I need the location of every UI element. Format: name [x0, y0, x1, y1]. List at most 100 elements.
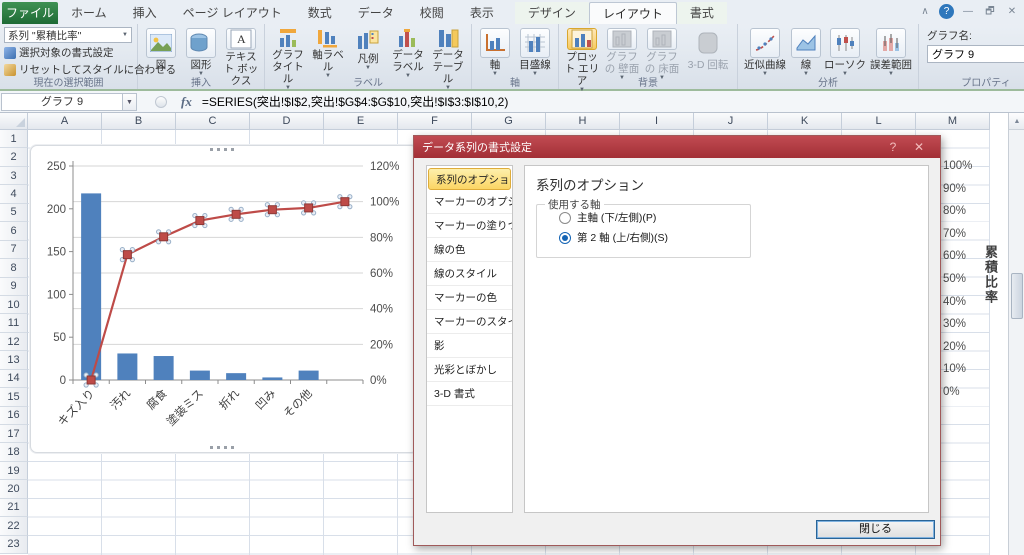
radio-icon[interactable]	[559, 211, 571, 224]
row-header-3[interactable]: 3	[0, 166, 28, 186]
row-header-2[interactable]: 2	[0, 148, 28, 167]
column-header-B[interactable]: B	[102, 113, 176, 130]
row-header-16[interactable]: 16	[0, 406, 28, 425]
column-header-F[interactable]: F	[398, 113, 472, 130]
row-header-23[interactable]: 23	[0, 535, 28, 555]
scrollbar-thumb[interactable]	[1011, 273, 1023, 319]
dialog-help-icon[interactable]: ?	[880, 140, 906, 154]
close-window-icon[interactable]: ✕	[1004, 5, 1020, 19]
dialog-close-icon[interactable]: ✕	[906, 140, 932, 154]
dialog-nav-item-3[interactable]: 線の色	[427, 238, 512, 262]
collapse-ribbon-icon[interactable]: ∧	[917, 5, 933, 19]
help-icon[interactable]: ?	[939, 4, 954, 19]
row-header-4[interactable]: 4	[0, 185, 28, 204]
row-header-9[interactable]: 9	[0, 277, 28, 296]
row-header-15[interactable]: 15	[0, 388, 28, 407]
column-header-M[interactable]: M	[916, 113, 990, 130]
axis-titles-button[interactable]: 軸ラベル ▼	[308, 26, 348, 79]
minimize-icon[interactable]: —	[960, 5, 976, 19]
dialog-nav-item-0[interactable]: 系列のオプション	[428, 168, 511, 190]
column-header-J[interactable]: J	[694, 113, 768, 130]
row-header-13[interactable]: 13	[0, 351, 28, 370]
vertical-scrollbar[interactable]: ▲	[1008, 113, 1024, 555]
name-box[interactable]: グラフ 9	[1, 92, 123, 111]
name-box-dropdown-icon[interactable]: ▼	[123, 92, 137, 111]
secondary-axis-option[interactable]: 第 2 軸 (上/右側)(S)	[559, 230, 750, 245]
column-header-H[interactable]: H	[546, 113, 620, 130]
formula-input[interactable]: =SERIES(突出!$I$2,突出!$G$4:$G$10,突出!$I$3:$I…	[202, 93, 509, 110]
row-header-20[interactable]: 20	[0, 480, 28, 499]
chart-title-button[interactable]: グラフ タイトル ▼	[268, 26, 308, 91]
error-bars-button[interactable]: 誤差範囲 ▼	[867, 26, 915, 78]
data-labels-button[interactable]: データ ラベル ▼	[388, 26, 428, 79]
dialog-nav-item-4[interactable]: 線のスタイル	[427, 262, 512, 286]
trendline-button[interactable]: 近似曲線 ▼	[741, 26, 789, 78]
gridlines-button[interactable]: 目盛線 ▼	[515, 26, 555, 78]
column-header-D[interactable]: D	[250, 113, 324, 130]
row-header-14[interactable]: 14	[0, 369, 28, 389]
updown-bars-button[interactable]: ローソク ▼	[823, 26, 867, 78]
tab-review[interactable]: 校閲	[407, 2, 457, 24]
dialog-nav-item-2[interactable]: マーカーの塗りつぶし	[427, 214, 512, 238]
close-button[interactable]: 閉じる	[816, 520, 935, 539]
column-header-I[interactable]: I	[620, 113, 694, 130]
tab-chart-layout[interactable]: レイアウト	[588, 2, 677, 24]
lines-button[interactable]: 線 ▼	[789, 26, 823, 78]
row-header-7[interactable]: 7	[0, 240, 28, 260]
insert-textbox-button[interactable]: A テキスト ボックス	[221, 26, 261, 87]
data-table-button[interactable]: データ テーブル ▼	[428, 26, 468, 91]
row-header-12[interactable]: 12	[0, 332, 28, 352]
chart-object[interactable]: 0 50 100 150 200 250 0% 20% 40% 60% 80% 100% 120% キズ入…	[30, 145, 418, 453]
column-header-L[interactable]: L	[842, 113, 916, 130]
column-header-E[interactable]: E	[324, 113, 398, 130]
row-header-6[interactable]: 6	[0, 222, 28, 241]
row-header-22[interactable]: 22	[0, 517, 28, 536]
tab-chart-format[interactable]: 書式	[676, 2, 727, 24]
row-header-18[interactable]: 18	[0, 443, 28, 462]
select-all-corner[interactable]	[0, 113, 28, 130]
chart-selection-handle-bottom[interactable]	[210, 446, 238, 450]
row-header-19[interactable]: 19	[0, 461, 28, 481]
tab-data[interactable]: データ	[345, 2, 407, 24]
format-selection-button[interactable]: 選択対象の書式設定	[4, 45, 133, 60]
dialog-nav-item-9[interactable]: 3-D 書式	[427, 382, 512, 406]
row-header-8[interactable]: 8	[0, 259, 28, 278]
dialog-title-bar[interactable]: データ系列の書式設定 ? ✕	[414, 136, 940, 158]
chart-element-selector[interactable]: 系列 "累積比率" ▼	[4, 27, 132, 43]
column-header-G[interactable]: G	[472, 113, 546, 130]
row-header-1[interactable]: 1	[0, 130, 28, 149]
row-header-17[interactable]: 17	[0, 425, 28, 444]
dialog-nav-item-5[interactable]: マーカーの色	[427, 286, 512, 310]
dialog-nav-item-6[interactable]: マーカーのスタイル	[427, 310, 512, 334]
axes-button[interactable]: 軸 ▼	[475, 26, 515, 78]
column-header-C[interactable]: C	[176, 113, 250, 130]
dialog-nav-item-7[interactable]: 影	[427, 334, 512, 358]
column-header-A[interactable]: A	[28, 113, 102, 130]
row-header-5[interactable]: 5	[0, 203, 28, 223]
row-header-21[interactable]: 21	[0, 498, 28, 518]
dialog-nav-item-8[interactable]: 光彩とぼかし	[427, 358, 512, 382]
insert-shapes-button[interactable]: 図形 ▼	[181, 26, 221, 78]
plot-area-button[interactable]: プロット エリア ▼	[562, 26, 602, 93]
insert-function-icon[interactable]: fx	[181, 94, 192, 110]
tab-home[interactable]: ホーム	[58, 2, 120, 24]
radio-icon[interactable]	[559, 231, 571, 244]
column-header-K[interactable]: K	[768, 113, 842, 130]
tab-chart-design[interactable]: デザイン	[514, 2, 589, 24]
expand-formula-icon[interactable]	[155, 95, 167, 108]
insert-picture-button[interactable]: 図	[141, 26, 181, 78]
row-header-10[interactable]: 10	[0, 295, 28, 315]
legend-button[interactable]: 凡例 ▼	[348, 26, 388, 78]
tab-file[interactable]: ファイル	[2, 2, 58, 24]
row-header-11[interactable]: 11	[0, 314, 28, 333]
tab-page-layout[interactable]: ページ レイアウト	[170, 2, 295, 24]
svg-text:折れ: 折れ	[216, 386, 243, 413]
tab-view[interactable]: 表示	[457, 2, 507, 24]
primary-axis-option[interactable]: 主軸 (下/左側)(P)	[559, 210, 750, 225]
tab-formulas[interactable]: 数式	[295, 2, 345, 24]
restore-icon[interactable]: 🗗	[982, 5, 998, 19]
tab-insert[interactable]: 挿入	[120, 2, 170, 24]
chart-name-input[interactable]	[927, 45, 1024, 63]
dialog-nav-item-1[interactable]: マーカーのオプション	[427, 190, 512, 214]
scroll-up-icon[interactable]: ▲	[1009, 113, 1024, 130]
